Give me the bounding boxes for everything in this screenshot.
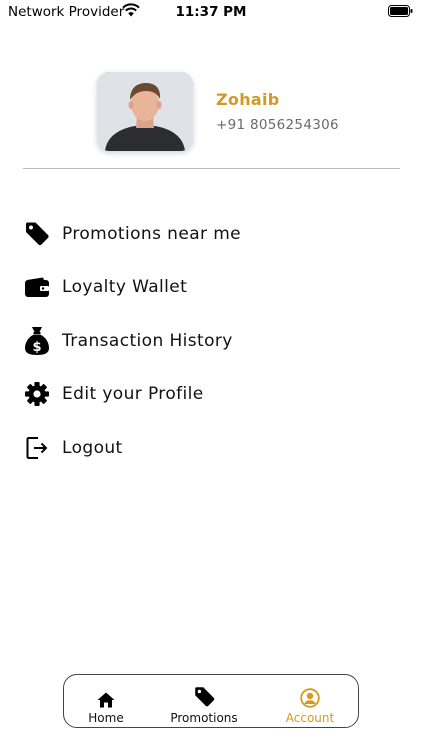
tag-icon [193, 684, 216, 708]
divider [23, 168, 400, 169]
nav-promotions[interactable]: Promotions [164, 675, 244, 727]
menu-item-label: Transaction History [62, 331, 233, 351]
user-name: Zohaib [216, 90, 280, 109]
menu-item-loyalty-wallet[interactable]: Loyalty Wallet [22, 270, 402, 304]
tag-icon [22, 219, 52, 249]
menu-item-edit-profile[interactable]: Edit your Profile [22, 377, 402, 411]
battery-icon [388, 5, 413, 17]
clock: 11:37 PM [175, 4, 247, 20]
home-icon [97, 684, 115, 708]
account-icon [300, 684, 320, 708]
menu-item-label: Loyalty Wallet [62, 277, 188, 297]
menu-item-promotions[interactable]: Promotions near me [22, 217, 402, 251]
menu-item-logout[interactable]: Logout [22, 431, 402, 465]
nav-label: Promotions [170, 711, 238, 725]
menu-item-label: Promotions near me [62, 224, 242, 244]
menu-item-label: Logout [62, 438, 123, 458]
nav-label: Account [285, 711, 335, 725]
menu-item-label: Edit your Profile [62, 384, 204, 404]
gear-icon [22, 379, 52, 409]
nav-label: Home [88, 711, 124, 725]
money-bag-icon: $ [22, 326, 52, 356]
menu-item-transaction-history[interactable]: $ Transaction History [22, 324, 402, 358]
logout-icon [22, 433, 52, 463]
avatar [97, 72, 193, 151]
status-bar: Network Provider 11:37 PM [0, 0, 422, 26]
nav-account[interactable]: Account [277, 675, 343, 727]
wallet-icon [22, 272, 52, 302]
avatar-photo [97, 72, 193, 151]
svg-text:$: $ [32, 340, 41, 355]
bottom-nav: Home Promotions Account [63, 674, 359, 728]
user-phone: +91 8056254306 [216, 117, 339, 133]
nav-home[interactable]: Home [78, 675, 134, 727]
